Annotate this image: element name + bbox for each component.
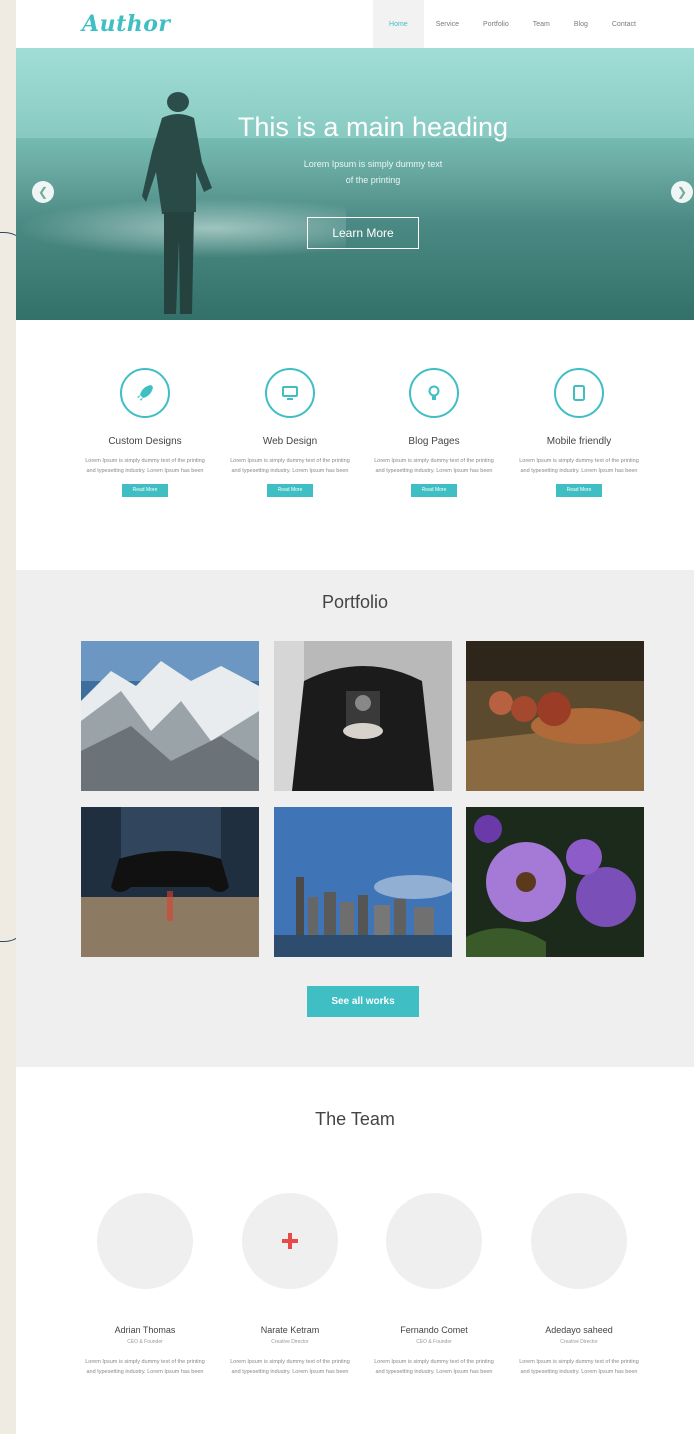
service-text: Lorem Ipsum is simply dummy text of the … xyxy=(230,458,350,474)
nav-item-portfolio[interactable]: Portfolio xyxy=(471,0,521,48)
read-more-button[interactable]: Read More xyxy=(411,484,457,497)
portfolio-item-city-skyline[interactable] xyxy=(274,807,452,957)
member-text: Lorem Ipsum is simply dummy text of the … xyxy=(230,1359,350,1375)
portfolio-item-baseball-glove[interactable] xyxy=(466,641,644,791)
avatar[interactable] xyxy=(531,1193,627,1289)
tablet-icon xyxy=(554,368,604,418)
portfolio-item-camera[interactable] xyxy=(274,641,452,791)
member-role: Creative Director xyxy=(560,1339,598,1345)
service-card: Blog Pages Lorem Ipsum is simply dummy t… xyxy=(369,368,499,497)
chevron-left-icon[interactable]: ❮ xyxy=(32,181,54,203)
member-name: Adedayo saheed xyxy=(545,1325,613,1335)
member-text: Lorem Ipsum is simply dummy text of the … xyxy=(85,1359,205,1375)
hero-subtitle: Lorem Ipsum is simply dummy text of the … xyxy=(16,156,694,188)
service-title: Mobile friendly xyxy=(546,436,612,447)
member-name: Narate Ketram xyxy=(260,1325,320,1335)
read-more-button[interactable]: Read More xyxy=(556,484,602,497)
navbar: Author Home Service Portfolio Team Blog … xyxy=(16,0,694,48)
portfolio-item-game-controller[interactable] xyxy=(81,807,259,957)
read-more-button[interactable]: Read More xyxy=(267,484,313,497)
service-card: Mobile friendly Lorem Ipsum is simply du… xyxy=(514,368,644,497)
member-role: Creative Director xyxy=(271,1339,309,1345)
read-more-button[interactable]: Read More xyxy=(122,484,168,497)
services-section: Custom Designs Lorem Ipsum is simply dum… xyxy=(16,320,694,570)
see-all-works-button[interactable]: See all works xyxy=(307,986,419,1017)
team-member: Adrian Thomas CEO & Founder Lorem Ipsum … xyxy=(80,1193,210,1377)
hero-slider: This is a main heading Lorem Ipsum is si… xyxy=(16,48,694,320)
lightbulb-icon xyxy=(409,368,459,418)
member-text: Lorem Ipsum is simply dummy text of the … xyxy=(519,1359,639,1375)
website-page: Author Home Service Portfolio Team Blog … xyxy=(16,0,694,1434)
nav-item-team[interactable]: Team xyxy=(521,0,562,48)
team-member: Adedayo saheed Creative Director Lorem I… xyxy=(514,1193,644,1377)
service-text: Lorem Ipsum is simply dummy text of the … xyxy=(85,458,205,474)
hero-subtitle-line2: of the printing xyxy=(345,175,401,185)
learn-more-button[interactable]: Learn More xyxy=(307,217,419,249)
service-card: Web Design Lorem Ipsum is simply dummy t… xyxy=(225,368,355,497)
plus-icon xyxy=(282,1233,298,1249)
team-member: Fernando Comet CEO & Founder Lorem Ipsum… xyxy=(369,1193,499,1377)
member-name: Fernando Comet xyxy=(400,1325,468,1335)
chevron-right-icon[interactable]: ❯ xyxy=(671,181,693,203)
service-card: Custom Designs Lorem Ipsum is simply dum… xyxy=(80,368,210,497)
team-title: The Team xyxy=(315,1109,395,1129)
rocket-icon xyxy=(120,368,170,418)
service-text: Lorem Ipsum is simply dummy text of the … xyxy=(519,458,639,474)
portfolio-section: Portfolio See all works xyxy=(16,570,694,1067)
nav-item-service[interactable]: Service xyxy=(424,0,471,48)
member-name: Adrian Thomas xyxy=(114,1325,176,1335)
service-title: Blog Pages xyxy=(408,436,460,447)
portfolio-item-purple-flowers[interactable] xyxy=(466,807,644,957)
service-text: Lorem Ipsum is simply dummy text of the … xyxy=(374,458,494,474)
team-section: The Team Adrian Thomas CEO & Founder Lor… xyxy=(16,1067,694,1434)
service-title: Web Design xyxy=(262,436,318,447)
portfolio-title: Portfolio xyxy=(321,592,389,612)
avatar[interactable] xyxy=(386,1193,482,1289)
monitor-icon xyxy=(265,368,315,418)
member-role: CEO & Founder xyxy=(416,1339,452,1345)
team-member: Narate Ketram Creative Director Lorem Ip… xyxy=(225,1193,355,1377)
site-logo[interactable]: Author xyxy=(82,11,171,37)
main-nav: Home Service Portfolio Team Blog Contact xyxy=(373,0,648,48)
hero-subtitle-line1: Lorem Ipsum is simply dummy text xyxy=(303,159,443,169)
avatar[interactable] xyxy=(242,1193,338,1289)
nav-item-home[interactable]: Home xyxy=(373,0,424,48)
member-role: CEO & Founder xyxy=(127,1339,163,1345)
portfolio-item-mountains[interactable] xyxy=(81,641,259,791)
service-title: Custom Designs xyxy=(108,436,182,447)
nav-item-blog[interactable]: Blog xyxy=(562,0,600,48)
nav-item-contact[interactable]: Contact xyxy=(600,0,648,48)
avatar[interactable] xyxy=(97,1193,193,1289)
hero-heading: This is a main heading xyxy=(237,112,509,142)
member-text: Lorem Ipsum is simply dummy text of the … xyxy=(374,1359,494,1375)
